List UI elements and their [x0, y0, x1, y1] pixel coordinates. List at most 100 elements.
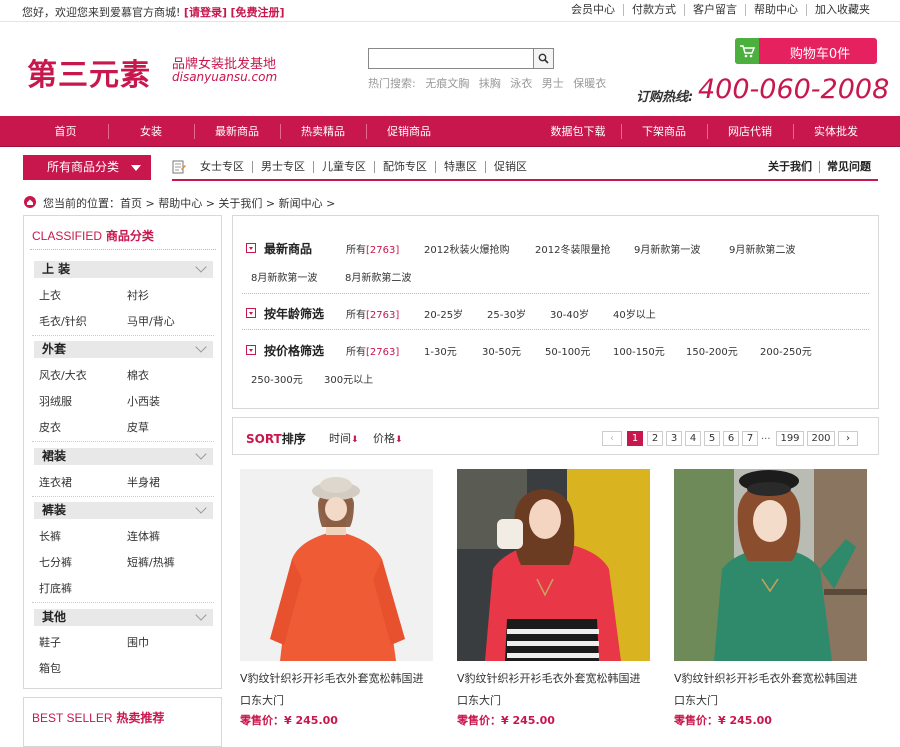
hot-term[interactable]: 保暖衣 — [573, 77, 606, 90]
filter-option[interactable]: 2012秋装火爆抢购 — [424, 241, 509, 256]
sort-by-time[interactable]: 时间⬇ — [329, 430, 359, 446]
filter-option[interactable]: 30-40岁 — [550, 306, 589, 321]
page-3[interactable]: 3 — [666, 431, 682, 446]
filter-option[interactable]: 200-250元 — [760, 343, 812, 358]
payment-methods-link[interactable]: 付款方式 — [623, 4, 684, 16]
filter-option[interactable]: 150-200元 — [686, 343, 738, 358]
category-group-skirts[interactable]: 裙装 — [34, 448, 213, 465]
product-name[interactable]: V豹纹针织衫开衫毛衣外套宽松韩国进口东大门 — [674, 668, 867, 712]
hot-term[interactable]: 泳衣 — [510, 77, 532, 90]
all-categories-button[interactable]: 所有商品分类 — [23, 155, 151, 180]
filter-option-all[interactable]: 所有[2763] — [346, 343, 399, 358]
category-item[interactable]: 鞋子 — [39, 634, 61, 650]
nav-item-offshelf[interactable]: 下架商品 — [621, 116, 707, 147]
nav-item-wholesale[interactable]: 实体批发 — [793, 116, 879, 147]
page-2[interactable]: 2 — [647, 431, 663, 446]
category-item[interactable]: 马甲/背心 — [127, 313, 175, 329]
filter-option[interactable]: 20-25岁 — [424, 306, 463, 321]
category-item[interactable]: 风衣/大衣 — [39, 367, 87, 383]
nav-item-hot[interactable]: 热卖精品 — [280, 116, 366, 147]
category-group-tops[interactable]: 上 装 — [34, 261, 213, 278]
category-item[interactable]: 连衣裙 — [39, 474, 72, 490]
filter-option[interactable]: 250-300元 — [251, 371, 303, 386]
product-name[interactable]: V豹纹针织衫开衫毛衣外套宽松韩国进口东大门 — [457, 668, 650, 712]
sort-by-price[interactable]: 价格⬇ — [373, 430, 403, 446]
page-6[interactable]: 6 — [723, 431, 739, 446]
nav-item-women[interactable]: 女装 — [108, 116, 194, 147]
category-item[interactable]: 小西装 — [127, 393, 160, 409]
category-item[interactable]: 连体裤 — [127, 528, 160, 544]
prev-page-button[interactable]: ‹ — [602, 431, 622, 446]
search-button[interactable] — [533, 49, 553, 68]
filter-option[interactable]: 30-50元 — [482, 343, 521, 358]
filter-option[interactable]: 8月新款第二波 — [345, 269, 411, 284]
nav-item-home[interactable]: 首页 — [23, 116, 108, 147]
category-item[interactable]: 长裤 — [39, 528, 61, 544]
category-item[interactable]: 皮衣 — [39, 419, 61, 435]
category-group-outerwear[interactable]: 外套 — [34, 341, 213, 358]
zone-accessories[interactable]: 配饰专区 — [374, 161, 435, 173]
category-item[interactable]: 毛衣/针织 — [39, 313, 87, 329]
category-item[interactable]: 箱包 — [39, 660, 61, 676]
category-item[interactable]: 打底裤 — [39, 580, 72, 596]
filter-option[interactable]: 300元以上 — [324, 371, 373, 386]
category-item[interactable]: 半身裙 — [127, 474, 160, 490]
product-image[interactable] — [240, 469, 433, 661]
zone-special[interactable]: 特惠区 — [435, 161, 485, 173]
member-center-link[interactable]: 会员中心 — [563, 4, 623, 16]
page-1[interactable]: 1 — [627, 431, 643, 446]
help-center-link[interactable]: 帮助中心 — [745, 4, 806, 16]
category-item[interactable]: 短裤/热裤 — [127, 554, 175, 570]
page-5[interactable]: 5 — [704, 431, 720, 446]
hot-term[interactable]: 无痕文胸 — [425, 77, 469, 90]
cart-button[interactable]: 购物车0件 — [735, 38, 877, 64]
zone-kids[interactable]: 儿童专区 — [313, 161, 374, 173]
filter-option-all[interactable]: 所有[2763] — [346, 241, 399, 256]
filter-option[interactable]: 100-150元 — [613, 343, 665, 358]
category-group-pants[interactable]: 裤装 — [34, 502, 213, 519]
filter-option[interactable]: 50-100元 — [545, 343, 590, 358]
filter-option[interactable]: 25-30岁 — [487, 306, 526, 321]
page-199[interactable]: 199 — [776, 431, 804, 446]
next-page-button[interactable]: › — [838, 431, 858, 446]
category-item[interactable]: 皮草 — [127, 419, 149, 435]
filter-option[interactable]: 2012冬装限量抢 — [535, 241, 610, 256]
login-link[interactable]: [请登录] — [184, 6, 227, 19]
category-item[interactable]: 七分裤 — [39, 554, 72, 570]
faq-link[interactable]: 常见问题 — [819, 161, 878, 173]
filter-option[interactable]: 40岁以上 — [613, 306, 656, 321]
zone-women[interactable]: 女士专区 — [200, 161, 252, 173]
customer-message-link[interactable]: 客户留言 — [684, 4, 745, 16]
product-image[interactable] — [674, 469, 867, 661]
zone-promo[interactable]: 促销区 — [485, 161, 535, 173]
category-item[interactable]: 上衣 — [39, 287, 61, 303]
product-name[interactable]: V豹纹针织衫开衫毛衣外套宽松韩国进口东大门 — [240, 668, 433, 712]
search-input[interactable] — [369, 49, 535, 68]
zone-men[interactable]: 男士专区 — [252, 161, 313, 173]
page-7[interactable]: 7 — [742, 431, 758, 446]
home-icon — [24, 196, 36, 208]
page-200[interactable]: 200 — [807, 431, 835, 446]
nav-item-new[interactable]: 最新商品 — [194, 116, 280, 147]
register-link[interactable]: [免费注册] — [230, 6, 284, 19]
nav-item-download[interactable]: 数据包下载 — [535, 116, 621, 147]
filter-option-all[interactable]: 所有[2763] — [346, 306, 399, 321]
about-us-link[interactable]: 关于我们 — [761, 161, 819, 173]
nav-item-agent[interactable]: 网店代销 — [707, 116, 793, 147]
filter-option[interactable]: 1-30元 — [424, 343, 457, 358]
category-item[interactable]: 衬衫 — [127, 287, 149, 303]
add-favorite-link[interactable]: 加入收藏夹 — [806, 4, 878, 16]
product-image[interactable] — [457, 469, 650, 661]
category-item[interactable]: 羽绒服 — [39, 393, 72, 409]
filter-option[interactable]: 9月新款第一波 — [634, 241, 700, 256]
logo[interactable]: 第三元素 — [27, 50, 151, 94]
filter-option[interactable]: 9月新款第二波 — [729, 241, 795, 256]
nav-item-promo[interactable]: 促销商品 — [366, 116, 452, 147]
category-item[interactable]: 围巾 — [127, 634, 149, 650]
category-item[interactable]: 棉衣 — [127, 367, 149, 383]
hot-term[interactable]: 男士 — [542, 77, 564, 90]
filter-option[interactable]: 8月新款第一波 — [251, 269, 317, 284]
category-group-other[interactable]: 其他 — [34, 609, 213, 626]
page-4[interactable]: 4 — [685, 431, 701, 446]
hot-term[interactable]: 抹胸 — [479, 77, 501, 90]
